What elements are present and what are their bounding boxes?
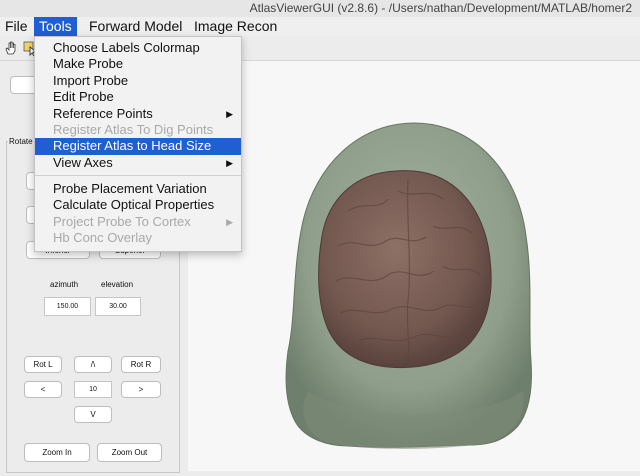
- menu-item-view-axes[interactable]: View Axes ▶: [35, 155, 241, 171]
- tools-dropdown-menu: Choose Labels Colormap Make Probe Import…: [34, 36, 242, 252]
- submenu-arrow-icon: ▶: [226, 108, 233, 119]
- rotation-step-field[interactable]: 10: [74, 381, 112, 398]
- elevation-label: elevation: [101, 280, 134, 289]
- elevation-field[interactable]: 30.00: [95, 297, 141, 316]
- menubar: File Tools Forward Model Image Recon: [0, 17, 640, 36]
- menu-item-calculate-optical-properties[interactable]: Calculate Optical Properties: [35, 197, 241, 213]
- menu-item-label: View Axes: [53, 154, 113, 170]
- azimuth-label: azimuth: [50, 280, 79, 289]
- zoom-out-button[interactable]: Zoom Out: [97, 443, 162, 462]
- zoom-in-button[interactable]: Zoom In: [24, 443, 90, 462]
- menu-item-label: Calculate Optical Properties: [53, 197, 215, 213]
- menu-item-edit-probe[interactable]: Edit Probe: [35, 89, 241, 105]
- menu-item-hb-conc-overlay: Hb Conc Overlay: [35, 230, 241, 246]
- submenu-arrow-icon: ▶: [226, 157, 233, 168]
- window-title: AtlasViewerGUI (v2.8.6) - /Users/nathan/…: [249, 1, 632, 15]
- rotate-left-button[interactable]: Rot L: [24, 356, 62, 373]
- menu-item-label: Edit Probe: [53, 89, 114, 105]
- menu-file[interactable]: File: [0, 17, 33, 36]
- tilt-down-button[interactable]: V: [74, 406, 112, 423]
- azimuth-field[interactable]: 150.00: [44, 297, 91, 316]
- menu-item-reference-points[interactable]: Reference Points ▶: [35, 106, 241, 122]
- hand-pan-icon[interactable]: [3, 40, 19, 56]
- rotate-left-step-button[interactable]: <: [24, 381, 62, 398]
- menu-item-label: Probe Placement Variation: [53, 181, 207, 196]
- menu-item-register-atlas-to-head-size[interactable]: Register Atlas to Head Size: [35, 138, 241, 155]
- menu-item-label: Register Atlas To Dig Points: [53, 122, 214, 137]
- menu-item-label: Import Probe: [53, 72, 129, 88]
- rotate-right-step-button[interactable]: >: [121, 381, 161, 398]
- head-model-render: [285, 122, 532, 449]
- menu-item-make-probe[interactable]: Make Probe: [35, 56, 241, 72]
- submenu-arrow-icon: ▶: [226, 216, 233, 227]
- menu-image-recon[interactable]: Image Recon: [189, 17, 282, 36]
- menu-item-label: Reference Points: [53, 105, 153, 121]
- menu-item-label: Register Atlas to Head Size: [53, 138, 212, 154]
- menu-item-import-probe[interactable]: Import Probe: [35, 73, 241, 89]
- menu-separator: [35, 175, 241, 176]
- rotate-group-label: Rotate: [8, 137, 34, 146]
- rotate-right-button[interactable]: Rot R: [121, 356, 161, 373]
- menu-tools[interactable]: Tools: [34, 17, 77, 36]
- tilt-up-button[interactable]: /\: [74, 356, 112, 373]
- menu-item-label: Hb Conc Overlay: [53, 230, 152, 246]
- menu-item-label: Project Probe To Cortex: [53, 213, 191, 229]
- menu-item-project-probe-to-cortex: Project Probe To Cortex ▶: [35, 214, 241, 230]
- menu-item-register-atlas-to-dig-points: Register Atlas To Dig Points: [35, 122, 241, 138]
- menu-item-label: Make Probe: [53, 56, 124, 72]
- menu-forward-model[interactable]: Forward Model: [84, 17, 187, 36]
- head-viewer-canvas[interactable]: [188, 61, 640, 471]
- menu-item-label: Choose Labels Colormap: [53, 40, 200, 55]
- window-titlebar: AtlasViewerGUI (v2.8.6) - /Users/nathan/…: [0, 0, 640, 18]
- menu-item-probe-placement-variation[interactable]: Probe Placement Variation: [35, 181, 241, 197]
- menu-item-choose-labels-colormap[interactable]: Choose Labels Colormap: [35, 40, 241, 56]
